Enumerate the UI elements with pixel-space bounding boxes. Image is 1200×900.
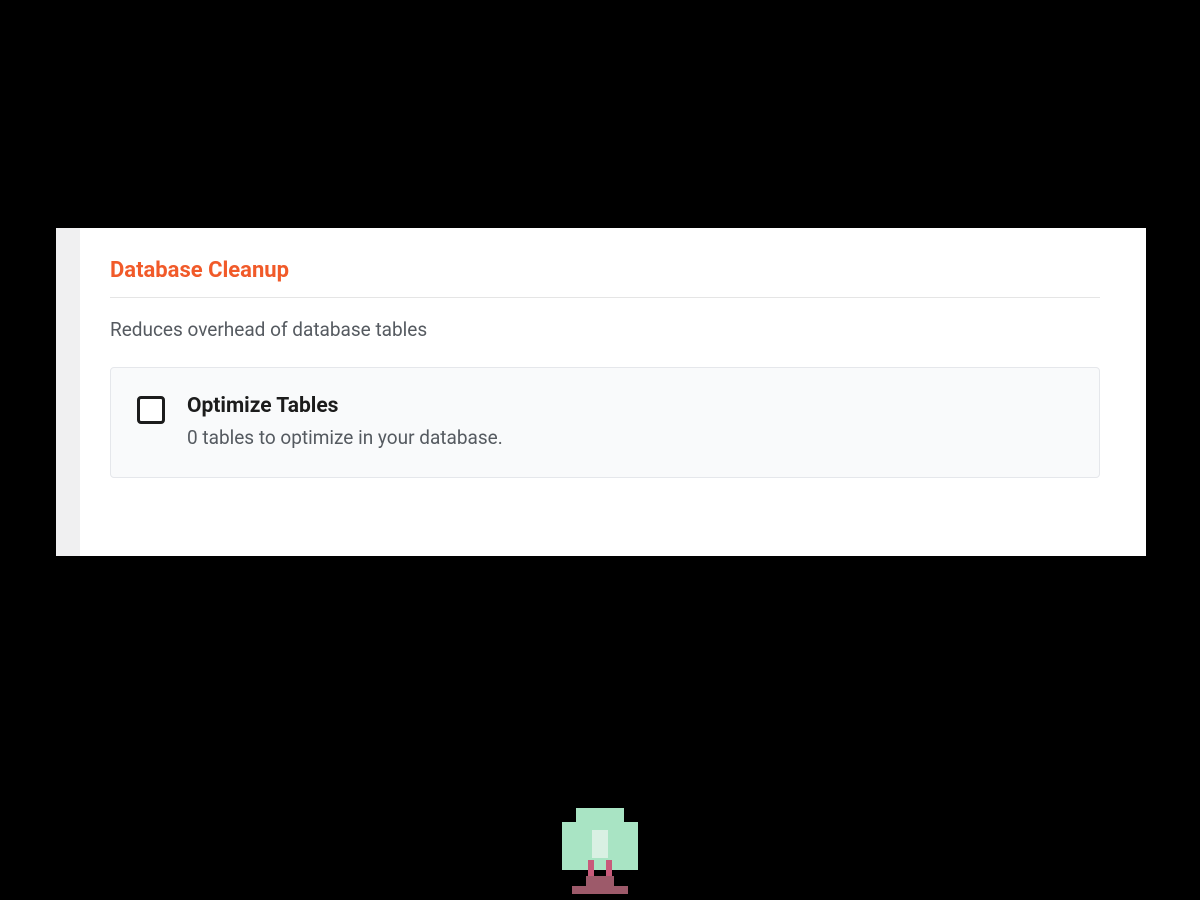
decorative-sprite <box>562 808 638 900</box>
panel-content: Database Cleanup Reduces overhead of dat… <box>80 228 1146 556</box>
option-subtitle: 0 tables to optimize in your database. <box>187 426 503 449</box>
option-title: Optimize Tables <box>187 394 503 418</box>
option-text-group: Optimize Tables 0 tables to optimize in … <box>187 394 503 449</box>
panel-left-gutter <box>56 228 80 556</box>
optimize-tables-card: Optimize Tables 0 tables to optimize in … <box>110 367 1100 478</box>
section-title: Database Cleanup <box>110 258 1100 283</box>
settings-panel: Database Cleanup Reduces overhead of dat… <box>56 228 1146 556</box>
optimize-tables-checkbox[interactable] <box>137 396 165 424</box>
divider <box>110 297 1100 298</box>
section-description: Reduces overhead of database tables <box>110 318 1100 341</box>
